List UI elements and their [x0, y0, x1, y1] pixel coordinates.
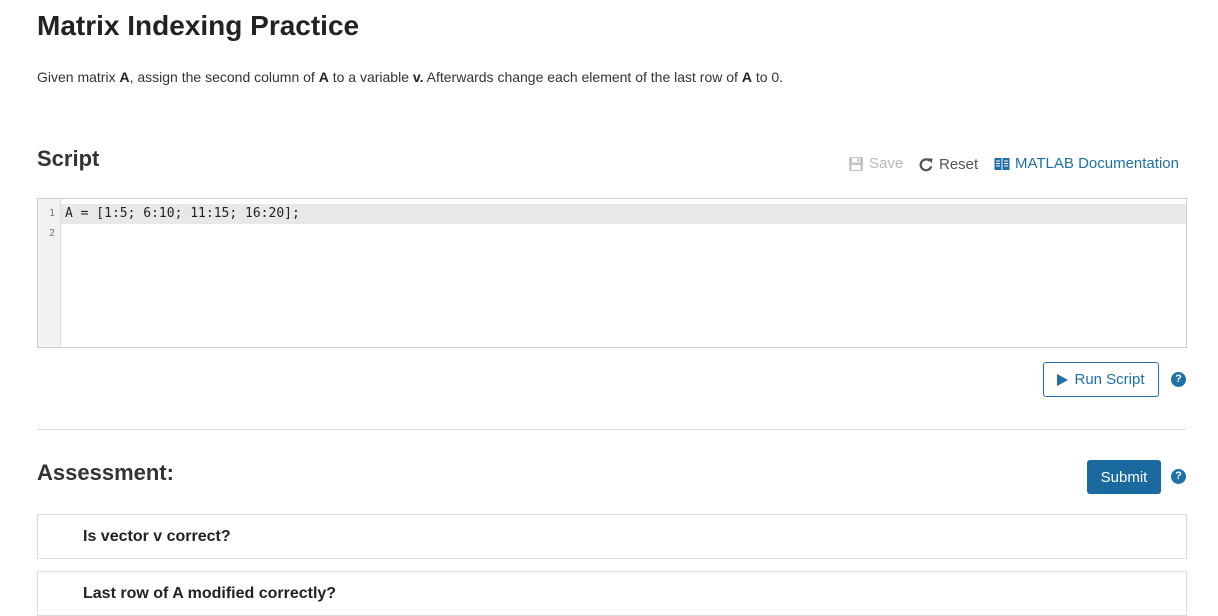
assessment-item[interactable]: Last row of A modified correctly? — [37, 571, 1187, 616]
page-title: Matrix Indexing Practice — [37, 10, 360, 41]
matlab-documentation-link[interactable]: MATLAB Documentation — [994, 155, 1179, 173]
description-text: Afterwards change each element of the la… — [423, 69, 742, 85]
section-divider — [37, 429, 1186, 430]
description-text: to a variable — [328, 69, 413, 85]
code-line[interactable]: A = [1:5; 6:10; 11:15; 16:20]; — [61, 204, 1186, 224]
matrix-name: A — [741, 69, 752, 85]
reset-label: Reset — [939, 156, 979, 173]
description-text: to 0. — [751, 69, 784, 85]
matrix-name: A — [119, 69, 130, 85]
variable-name: v. — [412, 69, 424, 85]
script-heading: Script — [37, 146, 100, 171]
floppy-disk-icon — [849, 157, 863, 171]
reset-arrow-icon — [919, 158, 933, 172]
run-help-icon[interactable]: ? — [1171, 372, 1186, 387]
submit-help-icon[interactable]: ? — [1171, 469, 1186, 484]
assessment-item-label: Last row of A modified correctly? — [83, 585, 337, 602]
run-script-label: Run Script — [1074, 371, 1145, 388]
save-button[interactable]: Save — [848, 155, 903, 173]
play-icon — [1057, 373, 1069, 386]
code-line[interactable] — [61, 224, 1186, 244]
run-script-button[interactable]: Run Script — [1043, 362, 1159, 397]
save-label: Save — [869, 155, 904, 172]
reset-button[interactable]: Reset — [918, 156, 978, 174]
matrix-name: A — [318, 69, 329, 85]
documentation-label: MATLAB Documentation — [1015, 155, 1179, 172]
line-number: 2 — [48, 228, 55, 239]
book-icon — [994, 158, 1010, 170]
submit-button[interactable]: Submit — [1087, 460, 1161, 494]
assessment-item-label: Is vector v correct? — [83, 528, 231, 545]
assessment-item[interactable]: Is vector v correct? — [37, 514, 1187, 559]
code-editor[interactable]: A = [1:5; 6:10; 11:15; 16:20]; 1 2 — [37, 198, 1187, 348]
description-text: Given matrix — [37, 69, 120, 85]
line-number: 1 — [48, 208, 55, 219]
assessment-heading: Assessment: — [37, 460, 174, 485]
description-text: , assign the second column of — [129, 69, 319, 85]
problem-description: Given matrix A, assign the second column… — [37, 68, 783, 86]
